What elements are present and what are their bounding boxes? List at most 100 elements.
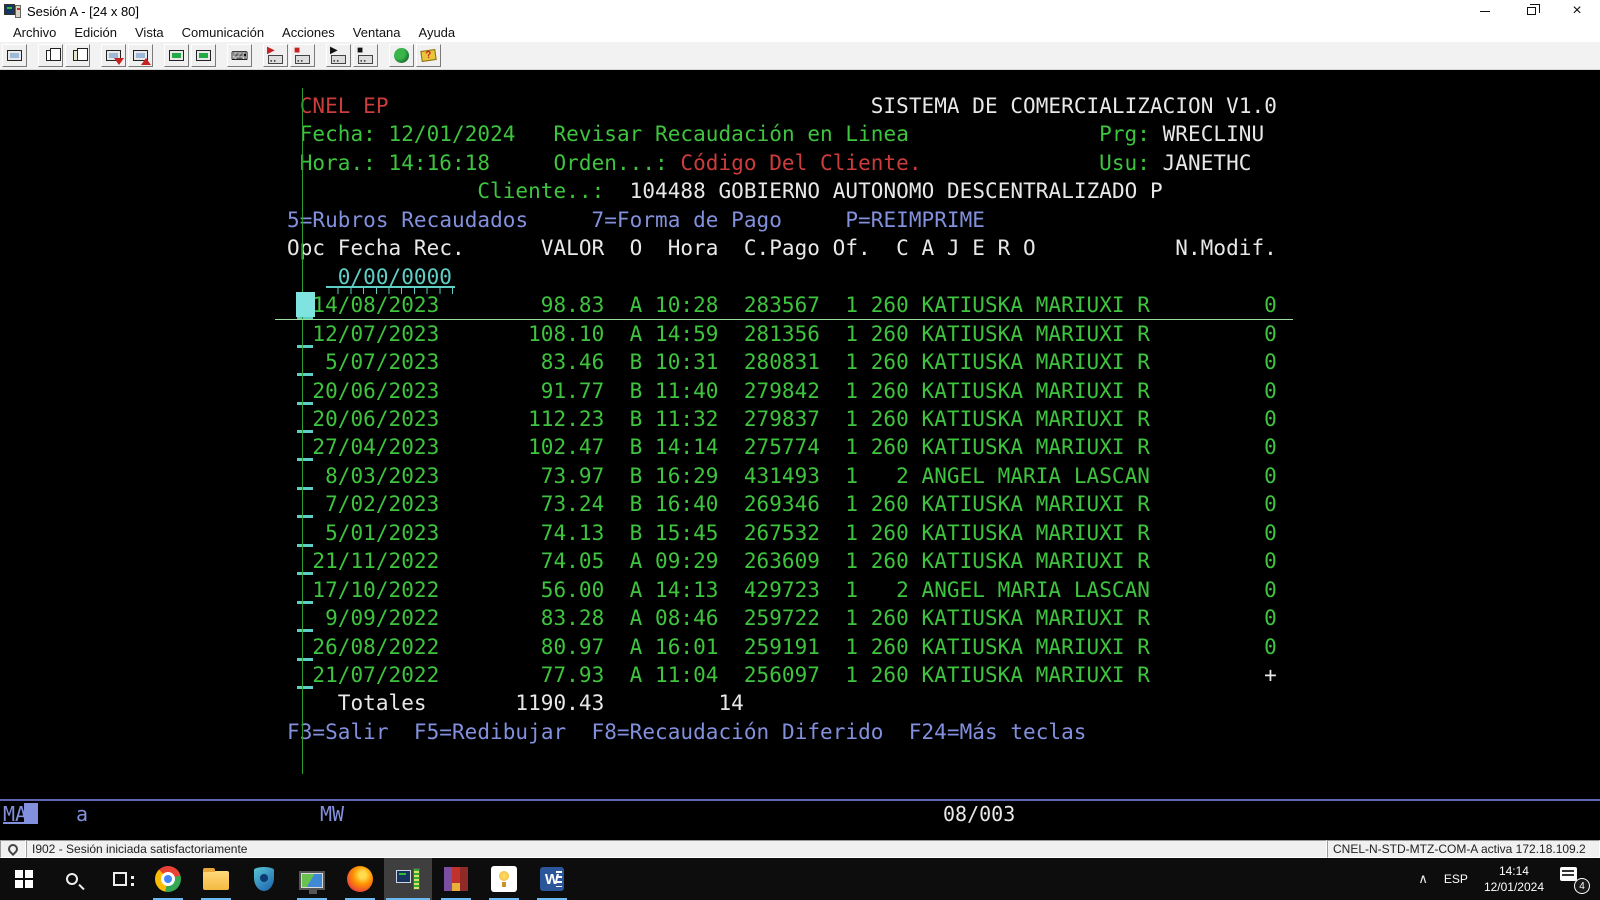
terminal-screen[interactable]: CNEL EPSISTEMA DE COMERCIALIZACION V1.0F… <box>0 70 1600 840</box>
rule-line-vertical <box>302 88 303 774</box>
terminal-text: CNEL EP <box>300 93 389 119</box>
notification-center-button[interactable]: 4 <box>1556 864 1590 894</box>
close-button[interactable]: × <box>1554 0 1600 22</box>
taskbar: W ∧ ESP 14:14 12/01/2024 4 <box>0 858 1600 900</box>
tray-chevron-icon[interactable]: ∧ <box>1410 871 1436 887</box>
terminal-text: 10:31 <box>655 349 718 375</box>
send-file-button[interactable] <box>101 44 126 67</box>
receive-file-button[interactable] <box>128 44 153 67</box>
terminal-text: P=REIMPRIME <box>845 207 985 233</box>
opc-input[interactable] <box>297 373 313 376</box>
tray-clock[interactable]: 14:14 12/01/2024 <box>1476 863 1552 895</box>
stop-macro-button[interactable]: ■ <box>353 44 378 67</box>
start-macro-button[interactable]: ▶ <box>263 44 288 67</box>
terminal-text: KATIUSKA MARIUXI R <box>922 406 1150 432</box>
taskbar-chrome[interactable] <box>144 858 192 900</box>
taskbar-file-explorer[interactable] <box>192 858 240 900</box>
terminal-text: B <box>630 520 643 546</box>
menu-ayuda[interactable]: Ayuda <box>410 25 465 40</box>
date-input-field[interactable] <box>326 286 455 294</box>
terminal-text: KATIUSKA MARIUXI R <box>922 520 1150 546</box>
taskbar-word[interactable]: W <box>528 858 576 900</box>
restore-button[interactable] <box>1508 0 1554 22</box>
terminal-text: 102.47 <box>528 434 604 460</box>
globe-button[interactable] <box>389 44 414 67</box>
close-icon: × <box>1572 3 1581 19</box>
terminal-text: 15:45 <box>655 520 718 546</box>
opc-input[interactable] <box>297 629 313 632</box>
terminal-text: KATIUSKA MARIUXI R <box>922 662 1150 688</box>
terminal-text: ANGEL MARIA LASCAN <box>922 463 1150 489</box>
opc-input[interactable] <box>297 430 313 433</box>
terminal-text: 1 <box>845 577 858 603</box>
terminal-text: 2 <box>896 577 909 603</box>
terminal-text: 0 <box>1264 406 1277 432</box>
opc-input[interactable] <box>297 458 313 461</box>
menu-edicion[interactable]: Edición <box>65 25 126 40</box>
terminal-text: Hora <box>668 235 719 261</box>
keyboard-setup-button[interactable]: ⌨ <box>227 44 252 67</box>
taskbar-search-button[interactable] <box>48 858 96 900</box>
terminal-text: 56.00 <box>541 577 604 603</box>
language-indicator[interactable]: ESP <box>1436 872 1476 886</box>
opc-input[interactable] <box>297 402 313 405</box>
terminal-text: WRECLINU <box>1163 121 1265 147</box>
opc-input[interactable] <box>297 601 313 604</box>
toolbar: ⌨ ▶ ■ ▶ ■ ? <box>0 42 1600 70</box>
terminal-text: 73.24 <box>541 491 604 517</box>
taskbar-antivirus[interactable] <box>240 858 288 900</box>
terminal-text: 1 <box>845 548 858 574</box>
opc-input[interactable] <box>297 345 313 348</box>
menu-archivo[interactable]: Archivo <box>4 25 65 40</box>
opc-input[interactable] <box>297 572 313 575</box>
start-button[interactable] <box>0 858 48 900</box>
opc-input[interactable] <box>297 515 313 518</box>
terminal-text: 260 <box>871 292 909 318</box>
taskbar-terminal-session[interactable] <box>384 858 432 900</box>
terminal-text: 1 <box>845 662 858 688</box>
terminal-text: JANETHC <box>1163 150 1252 176</box>
terminal-text: 83.46 <box>541 349 604 375</box>
minimize-button[interactable] <box>1462 0 1508 22</box>
new-session-button[interactable] <box>2 44 27 67</box>
terminal-text: KATIUSKA MARIUXI R <box>922 548 1150 574</box>
task-view-button[interactable] <box>96 858 144 900</box>
terminal-text: 0 <box>1264 434 1277 460</box>
color-map-icon <box>169 50 184 61</box>
menu-vista[interactable]: Vista <box>126 25 173 40</box>
taskbar-lightbulb-app[interactable] <box>480 858 528 900</box>
display-setup-button[interactable] <box>191 44 216 67</box>
terminal-text: 1 <box>845 634 858 660</box>
task-view-icon <box>113 872 127 886</box>
globe-icon <box>394 48 409 63</box>
menu-ventana[interactable]: Ventana <box>344 25 410 40</box>
help-button[interactable]: ? <box>416 44 441 67</box>
terminal-text: 260 <box>871 321 909 347</box>
paste-button[interactable] <box>65 44 90 67</box>
terminal-text: F24=Más teclas <box>909 719 1087 745</box>
play-macro-button[interactable]: ▶ <box>326 44 351 67</box>
terminal-text: KATIUSKA MARIUXI R <box>922 634 1150 660</box>
record-macro-button[interactable]: ■ <box>290 44 315 67</box>
terminal-text: 14:59 <box>655 321 718 347</box>
terminal-text: 91.77 <box>541 378 604 404</box>
status-bar: I902 - Sesión iniciada satisfactoriament… <box>0 840 1600 858</box>
opc-input[interactable] <box>297 487 313 490</box>
terminal-text: 260 <box>871 605 909 631</box>
copy-button[interactable] <box>38 44 63 67</box>
taskbar-firefox[interactable] <box>336 858 384 900</box>
opc-input[interactable] <box>297 544 313 547</box>
taskbar-winrar[interactable] <box>432 858 480 900</box>
menu-acciones[interactable]: Acciones <box>273 25 344 40</box>
terminal-text: 281356 <box>744 321 820 347</box>
taskbar-photo-viewer[interactable] <box>288 858 336 900</box>
opc-input[interactable] <box>297 658 313 661</box>
rule-line-horizontal <box>275 319 1293 320</box>
terminal-text: 0 <box>1264 491 1277 517</box>
terminal-text: 260 <box>871 406 909 432</box>
menu-comunicacion[interactable]: Comunicación <box>173 25 273 40</box>
menu-bar: Archivo Edición Vista Comunicación Accio… <box>0 22 1600 42</box>
opc-input[interactable] <box>297 686 313 689</box>
color-map-button[interactable] <box>164 44 189 67</box>
terminal-text: 98.83 <box>541 292 604 318</box>
